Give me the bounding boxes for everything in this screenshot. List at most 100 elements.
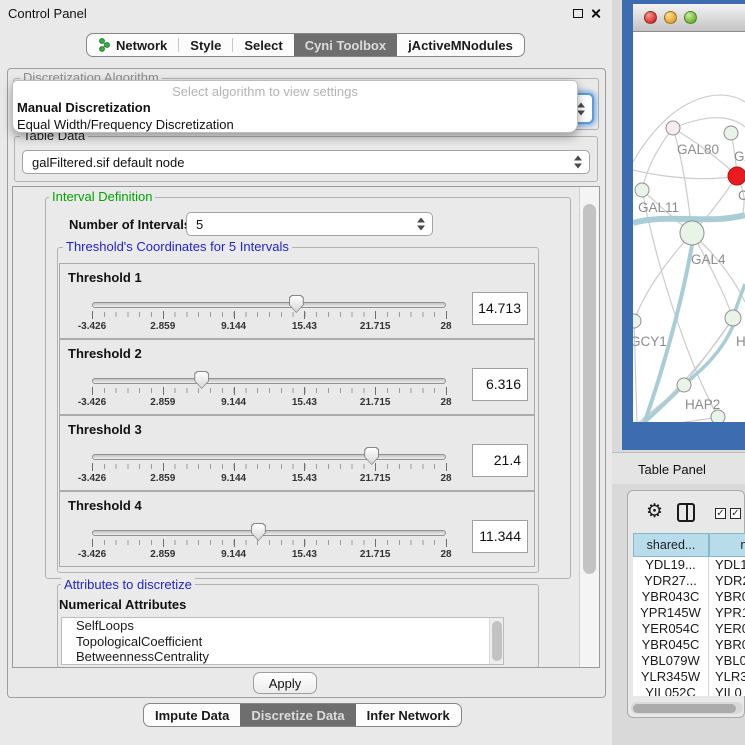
network-icon [98,38,111,52]
table-data-combo[interactable]: galFiltered.sif default node [22,150,590,174]
settings-scrollbar-thumb[interactable] [583,204,596,574]
network-window-titlebar[interactable] [633,4,745,32]
tab-label: Style [190,38,221,53]
close-icon[interactable] [590,8,601,19]
slider-tick-label: -3.426 [69,397,115,408]
slider-major-tick [92,539,93,547]
table-row[interactable]: YDR27... YDR2 [633,573,745,589]
attribute-list-item[interactable]: TopologicalCoefficient [62,634,503,650]
checkbox-icon[interactable]: ✓ [715,508,726,519]
slider-major-tick [304,463,305,471]
slider-tick-label: 9.144 [211,321,257,332]
table-horizontal-scrollbar[interactable] [631,702,743,714]
tab-label: Cyni Toolbox [305,38,386,53]
threshold-slider-thumb[interactable] [251,523,266,541]
checkbox-icon[interactable]: ✓ [730,508,741,519]
settings-scrollbar[interactable] [579,187,599,667]
attribute-list-item[interactable]: SelfLoops [62,618,503,634]
table-row[interactable]: YBR045C YBR0 [633,637,745,653]
tab-label: Impute Data [155,708,229,723]
table-row[interactable]: YPR145W YPR1 [633,605,745,621]
network-node[interactable] [677,378,691,392]
column-header-shared-name[interactable]: shared... [633,533,709,557]
threshold-slider-thumb[interactable] [364,447,379,465]
network-canvas[interactable]: GAL80GACGAL11GAL4GCY1HHAP2 [633,32,745,422]
cell-shared-name: YBR043C [633,589,709,605]
attributes-group-label: Attributes to discretize [61,578,195,591]
tab-network[interactable]: Network [87,34,178,56]
list-scrollbar[interactable] [489,618,503,664]
threshold-slider-track[interactable] [92,530,446,536]
table-row[interactable]: YDL19... YDL1 [633,557,745,573]
threshold-slider-track[interactable] [92,454,446,460]
threshold-slider-track[interactable] [92,302,446,308]
node-label: C [738,188,745,203]
threshold-slider-track[interactable] [92,378,446,384]
network-node[interactable] [666,121,680,135]
gear-icon[interactable]: ⚙ [646,502,663,521]
table-row[interactable]: YER054C YER0 [633,621,745,637]
threshold-slider-thumb[interactable] [289,295,304,313]
float-window-icon[interactable] [573,9,583,18]
slider-tick-label: 21.715 [352,397,398,408]
tab-impute-data[interactable]: Impute Data [144,704,240,726]
zoom-traffic-light[interactable] [684,11,697,24]
slider-tick-label: -3.426 [69,549,115,560]
network-node[interactable] [724,126,738,140]
threshold-slider-thumb[interactable] [194,371,209,389]
intervals-value: 5 [196,217,203,232]
control-panel: Control Panel Network Style Select Cyni … [0,0,612,745]
numerical-attributes-list[interactable]: SelfLoopsTopologicalCoefficientBetweenne… [61,617,504,665]
attribute-list-item[interactable]: BetweennessCentrality [62,649,503,665]
network-node[interactable] [633,314,641,328]
close-traffic-light[interactable] [644,11,657,24]
cell-shared-name: YER054C [633,621,709,637]
threshold-value-field[interactable]: 11.344 [472,520,528,553]
cell-name: YIL0 [709,685,745,696]
network-node[interactable] [725,310,741,326]
slider-tick-label: 15.43 [281,549,327,560]
threshold-row: Threshold 4 -3.426 2.859 9.144 15.43 21.… [59,491,535,567]
threshold-value-field[interactable]: 6.316 [472,368,528,401]
threshold-label: Threshold 4 [68,498,142,513]
slider-major-tick [446,463,447,471]
slider-tick-label: 9.144 [211,549,257,560]
network-node[interactable] [680,221,704,245]
list-scrollbar-thumb[interactable] [492,621,502,661]
dropdown-option-manual[interactable]: Manual Discretization [17,100,151,115]
interval-definition-label: Interval Definition [49,190,155,203]
slider-major-tick [234,463,235,471]
split-columns-icon[interactable] [677,503,695,522]
network-node[interactable] [728,167,745,185]
control-panel-title: Control Panel [8,6,87,21]
threshold-value-field[interactable]: 14.713 [472,292,528,325]
minimize-traffic-light[interactable] [664,11,677,24]
threshold-label: Threshold 1 [68,270,142,285]
network-node[interactable] [635,183,649,197]
table-scrollbar-thumb[interactable] [633,704,736,713]
table-row[interactable]: YBR043C YBR0 [633,589,745,605]
apply-button[interactable]: Apply [253,672,317,694]
threshold-value-field[interactable]: 21.4 [472,444,528,477]
tab-style[interactable]: Style [179,34,232,56]
slider-tick-label: 9.144 [211,397,257,408]
column-header-name[interactable]: n... [709,533,745,557]
tab-discretize-data[interactable]: Discretize Data [240,704,355,726]
tab-jactivemnodules[interactable]: jActiveMNodules [397,34,524,56]
slider-major-tick [304,539,305,547]
tab-cyni-toolbox[interactable]: Cyni Toolbox [294,34,397,56]
slider-tick-label: 28 [423,549,469,560]
tab-infer-network[interactable]: Infer Network [356,704,461,726]
slider-tick-label: 28 [423,321,469,332]
number-of-intervals-combo[interactable]: 5 [186,212,433,236]
table-row[interactable]: YLR345W YLR3 [633,669,745,685]
slider-major-tick [375,311,376,319]
table-panel-card: ⚙ ✓ ✓ shared... n... YDL19... YDL1YDR27.… [627,490,745,718]
slider-tick-label: 2.859 [140,321,186,332]
tab-select[interactable]: Select [233,34,293,56]
dropdown-option-equal-width[interactable]: Equal Width/Frequency Discretization [17,117,234,132]
table-row[interactable]: YIL052C YIL0 [633,685,745,696]
node-label: GCY1 [633,334,667,349]
table-row[interactable]: YBL079W YBL0 [633,653,745,669]
slider-major-tick [234,311,235,319]
